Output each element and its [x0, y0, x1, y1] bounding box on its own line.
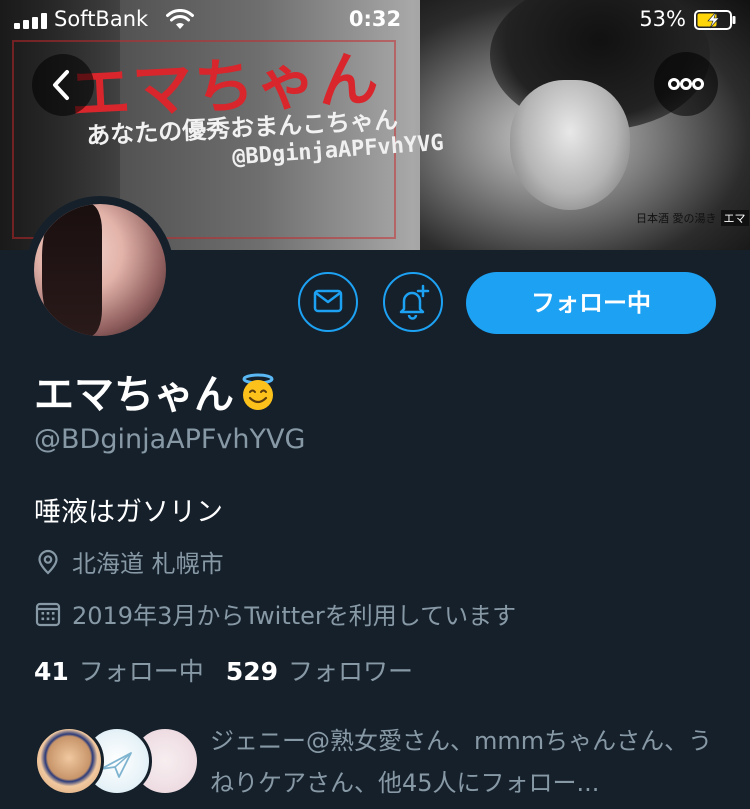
joined-row: 2019年3月からTwitterを利用しています	[34, 596, 516, 631]
known-followers-avatars[interactable]	[34, 726, 200, 796]
banner-watermark: 日本酒 愛の湯き エマ	[636, 210, 749, 226]
profile-bio: 唾液はガソリン	[34, 497, 223, 528]
location-row: 北海道 札幌市	[34, 544, 224, 579]
known-followers-text[interactable]: ジェニー@熟女愛さん、mmmちゃんさん、うねりケアさん、他45人にフォロー...	[210, 720, 720, 804]
display-name: エマちゃん	[34, 362, 278, 422]
calendar-icon	[35, 602, 61, 626]
followers-count[interactable]: 529	[226, 657, 278, 686]
battery-percent: 53%	[639, 7, 686, 31]
more-options-button[interactable]	[654, 52, 718, 116]
display-name-text: エマちゃん	[34, 372, 234, 418]
follow-stats: 41 フォロー中 529 フォロワー	[34, 652, 435, 688]
profile-screen: エマちゃん あなたの優秀おまんこちゃん @BDginjaAPFvhYVG 日本酒…	[0, 0, 750, 809]
chevron-left-icon	[53, 70, 69, 100]
bell-plus-icon	[399, 284, 430, 320]
user-handle: @BDginjaAPFvhYVG	[34, 424, 306, 455]
banner-watermark-text: 日本酒 愛の湯き	[636, 212, 717, 225]
smiling-halo-emoji-icon	[238, 372, 278, 422]
profile-avatar[interactable]	[26, 196, 174, 344]
status-bar: SoftBank 0:32 53%	[0, 0, 750, 40]
banner-watermark-box: エマ	[720, 210, 749, 226]
following-button[interactable]: フォロー中	[466, 272, 716, 334]
battery-charging-icon	[694, 10, 736, 30]
avatar-hair	[42, 204, 102, 336]
following-count[interactable]: 41	[34, 657, 69, 686]
followers-label[interactable]: フォロワー	[288, 652, 413, 688]
back-button[interactable]	[32, 54, 94, 116]
location-pin-icon	[38, 549, 58, 575]
avatar-image	[34, 204, 166, 336]
notifications-button[interactable]	[383, 272, 443, 332]
message-button[interactable]	[298, 272, 358, 332]
more-icon	[668, 78, 704, 90]
joined-text: 2019年3月からTwitterを利用しています	[72, 602, 517, 630]
following-label[interactable]: フォロー中	[79, 652, 204, 688]
envelope-icon	[313, 289, 343, 313]
location-text: 北海道 札幌市	[72, 550, 224, 578]
status-clock: 0:32	[348, 7, 402, 31]
banner-photo-face	[510, 80, 630, 210]
known-follower-avatar	[34, 726, 104, 796]
